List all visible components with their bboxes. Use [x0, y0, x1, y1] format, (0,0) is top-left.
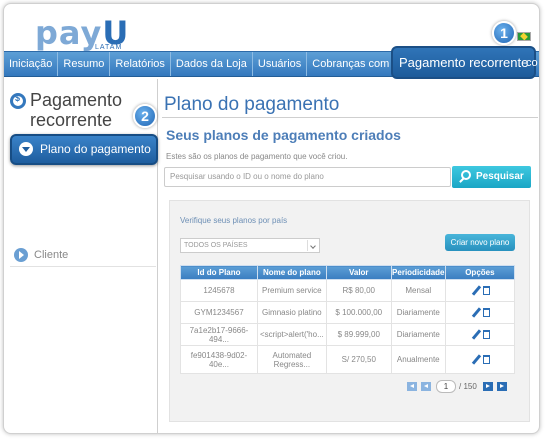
country-select[interactable]: TODOS OS PAÍSES — [180, 238, 320, 253]
nav-item-dados-da-loja[interactable]: Dados da Loja — [171, 52, 253, 76]
nav-item-usuarios[interactable]: Usuários — [253, 52, 308, 76]
delete-icon[interactable] — [482, 286, 490, 295]
search-icon — [461, 170, 471, 180]
filter-label: Verifique seus planos por país — [180, 216, 288, 225]
app-window: payU LATAM Iniciação Resumo Relatórios D… — [3, 3, 540, 434]
delete-icon[interactable] — [482, 355, 490, 364]
step-badge-1: 1 — [492, 21, 516, 45]
sidebar-item-cliente[interactable]: Cliente — [14, 248, 68, 262]
page-number-input[interactable]: 1 — [436, 380, 456, 393]
plan-name: Automated Regress... — [256, 345, 327, 374]
table-row: 7a1e2b17-9666-494... <script>alert('ho..… — [180, 323, 516, 346]
column-header: Id do Plano — [180, 265, 258, 280]
search-input[interactable]: Pesquisar usando o ID ou o nome do plano — [164, 167, 451, 187]
page-title: Plano do pagamento — [164, 94, 340, 115]
table-row: 1245678 Premium service R$ 80,00 Mensal — [180, 279, 516, 302]
table-row: GYM1234567 Gimnasio platino $ 100.000,00… — [180, 301, 516, 324]
delete-icon[interactable] — [482, 330, 490, 339]
plan-name: Gimnasio platino — [256, 301, 327, 324]
last-page-icon[interactable] — [497, 382, 507, 391]
plan-options — [444, 301, 516, 324]
divider — [162, 117, 538, 118]
delete-icon[interactable] — [482, 308, 490, 317]
edit-icon[interactable] — [471, 285, 482, 296]
payu-logo: payU LATAM — [35, 14, 130, 52]
brazil-flag-icon[interactable] — [517, 32, 531, 41]
plan-name: Premium service — [256, 279, 327, 302]
sidebar: Pagamento recorrente Cliente — [4, 79, 158, 433]
plan-id: fe901438-9d02-40e... — [180, 345, 258, 374]
column-header: Opções — [444, 265, 516, 280]
column-header: Nome do plano — [256, 265, 327, 280]
nav-item-overflow[interactable]: co — [526, 57, 538, 69]
sidebar-item-label: Cliente — [34, 249, 69, 261]
plan-value: $ 89.999,00 — [325, 323, 392, 346]
plan-value: R$ 80,00 — [325, 279, 392, 302]
divider — [10, 266, 156, 267]
column-header: Valor — [325, 265, 392, 280]
plans-table: Id do Plano Nome do plano Valor Periodic… — [180, 265, 516, 374]
nav-item-iniciacao[interactable]: Iniciação — [4, 52, 59, 76]
plan-period: Diariamente — [390, 301, 446, 324]
chevron-down-icon — [307, 240, 318, 251]
plan-options — [444, 323, 516, 346]
create-plan-button[interactable]: Criar novo plano — [445, 234, 515, 251]
plan-id: 7a1e2b17-9666-494... — [180, 323, 258, 346]
chevron-down-icon — [19, 142, 33, 156]
plan-options — [444, 279, 516, 302]
recurring-payment-icon — [10, 93, 26, 109]
nav-item-resumo[interactable]: Resumo — [58, 52, 111, 76]
nav-item-pagamento-recorrente[interactable]: Pagamento recorrente — [391, 46, 537, 79]
plan-name: <script>alert('ho... — [256, 323, 327, 346]
logo-subtitle: LATAM — [95, 44, 123, 51]
prev-page-icon[interactable] — [421, 382, 431, 391]
plan-value: S/ 270,50 — [325, 345, 392, 374]
edit-icon[interactable] — [471, 354, 482, 365]
plan-id: GYM1234567 — [180, 301, 258, 324]
next-page-icon[interactable] — [483, 382, 493, 391]
sidebar-item-label: Plano do pagamento — [40, 142, 151, 156]
chevron-right-icon — [14, 248, 28, 262]
column-header: Periodicidade — [390, 265, 446, 280]
edit-icon[interactable] — [471, 307, 482, 318]
plan-period: Anualmente — [390, 345, 446, 374]
search-button[interactable]: Pesquisar — [452, 166, 531, 188]
plan-id: 1245678 — [180, 279, 258, 302]
page-total: / 150 — [459, 382, 477, 391]
table-row: fe901438-9d02-40e... Automated Regress..… — [180, 345, 516, 374]
table-header-row: Id do Plano Nome do plano Valor Periodic… — [180, 265, 516, 280]
plan-period: Mensal — [390, 279, 446, 302]
section-title: Seus planos de pagamento criados — [166, 127, 401, 143]
step-badge-2: 2 — [133, 104, 157, 128]
first-page-icon[interactable] — [407, 382, 417, 391]
sidebar-item-plano-do-pagamento[interactable]: Plano do pagamento — [10, 134, 158, 165]
edit-icon[interactable] — [471, 329, 482, 340]
plan-options — [444, 345, 516, 374]
nav-item-relatorios[interactable]: Relatórios — [110, 52, 171, 76]
plan-period: Diariamente — [390, 323, 446, 346]
plan-value: $ 100.000,00 — [325, 301, 392, 324]
section-description: Estes são os planos de pagamento que voc… — [166, 152, 348, 161]
